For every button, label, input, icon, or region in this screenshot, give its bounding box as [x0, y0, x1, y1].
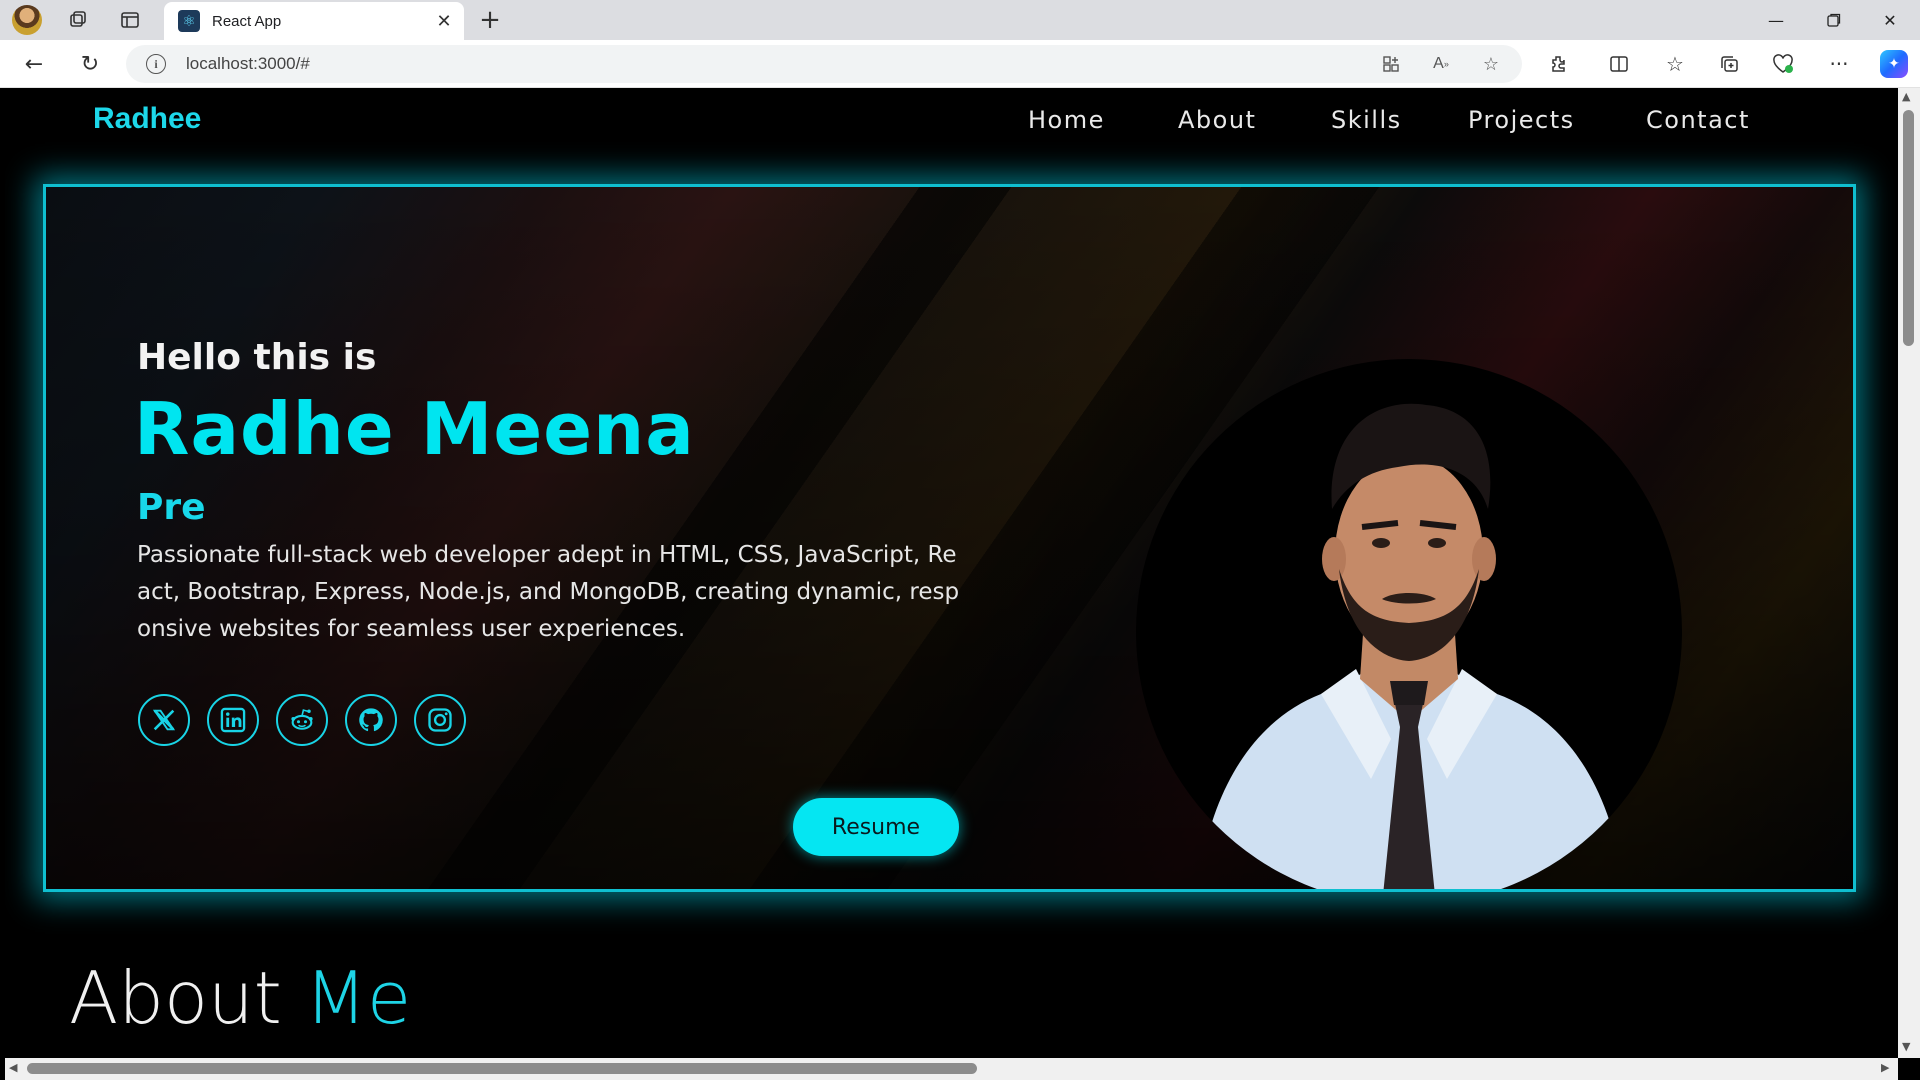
browser-tab-active[interactable]: ⚛ React App ✕ — [164, 2, 464, 40]
restore-icon[interactable] — [1806, 0, 1862, 40]
reddit-icon[interactable] — [276, 694, 328, 746]
browser-essentials-icon[interactable] — [1768, 50, 1798, 78]
horizontal-scrollbar[interactable]: ◀ ▶ — [5, 1058, 1898, 1080]
favorite-star-icon[interactable]: ☆ — [1478, 52, 1504, 76]
nav-link-skills[interactable]: Skills — [1331, 106, 1402, 134]
nav-link-about[interactable]: About — [1178, 106, 1256, 134]
hero-bio: Passionate full-stack web developer adep… — [137, 542, 960, 642]
copilot-icon[interactable]: ✦ — [1880, 50, 1908, 78]
x-twitter-icon[interactable] — [138, 694, 190, 746]
refresh-icon[interactable]: ↻ — [76, 50, 104, 78]
hero-section: Hello this is Radhe Meena Pre Passionate… — [43, 184, 1856, 892]
minimize-icon[interactable]: — — [1748, 0, 1804, 40]
close-tab-icon[interactable]: ✕ — [430, 7, 458, 35]
vertical-tabs-icon[interactable] — [116, 6, 144, 34]
about-section-title: About Me — [69, 956, 411, 1040]
about-title-accent: Me — [304, 956, 412, 1040]
horizontal-scroll-thumb[interactable] — [27, 1063, 977, 1074]
nav-link-projects[interactable]: Projects — [1468, 106, 1575, 134]
browser-toolbar: ← ↻ i localhost:3000/# A» ☆ ☆ ··· ✦ — [0, 40, 1920, 88]
vertical-scroll-thumb[interactable] — [1903, 110, 1914, 346]
page-viewport: Radhee Home About Skills Projects Contac… — [5, 88, 1895, 1058]
resume-button[interactable]: Resume — [793, 798, 959, 856]
vertical-scrollbar[interactable]: ▲ ▼ — [1898, 88, 1920, 1058]
site-navbar: Radhee Home About Skills Projects Contac… — [5, 88, 1895, 178]
react-icon: ⚛ — [178, 10, 200, 32]
profile-avatar[interactable] — [12, 5, 42, 35]
nav-link-contact[interactable]: Contact — [1646, 106, 1750, 134]
close-window-icon[interactable]: ✕ — [1862, 0, 1918, 40]
profile-photo — [1136, 359, 1682, 889]
workspaces-icon[interactable] — [64, 6, 92, 34]
read-aloud-icon[interactable]: A» — [1428, 52, 1454, 76]
hero-greeting: Hello this is — [137, 337, 377, 378]
address-bar[interactable]: i localhost:3000/# A» ☆ — [126, 45, 1522, 83]
hero-typed-role: Pre — [137, 487, 206, 528]
github-icon[interactable] — [345, 694, 397, 746]
url-text[interactable]: localhost:3000/# — [186, 54, 310, 74]
nav-link-home[interactable]: Home — [1028, 106, 1105, 134]
extensions-icon[interactable] — [1544, 50, 1574, 78]
collections-icon[interactable] — [1714, 50, 1744, 78]
tab-title: React App — [212, 12, 282, 30]
favorites-icon[interactable]: ☆ — [1660, 50, 1690, 78]
about-title-word: About — [69, 956, 282, 1040]
scroll-right-icon[interactable]: ▶ — [1881, 1061, 1889, 1074]
site-brand[interactable]: Radhee — [93, 102, 201, 136]
linkedin-icon[interactable] — [207, 694, 259, 746]
new-tab-icon[interactable]: + — [476, 5, 504, 35]
scroll-left-icon[interactable]: ◀ — [9, 1061, 17, 1074]
instagram-icon[interactable] — [414, 694, 466, 746]
split-screen-icon[interactable] — [1604, 50, 1634, 78]
browser-tab-bar: ⚛ React App ✕ + — ✕ — [0, 0, 1920, 40]
scroll-up-icon[interactable]: ▲ — [1902, 90, 1910, 103]
app-available-icon[interactable] — [1378, 52, 1404, 76]
hero-name: Radhe Meena — [134, 387, 695, 471]
site-info-icon[interactable]: i — [146, 54, 166, 74]
scroll-down-icon[interactable]: ▼ — [1902, 1040, 1910, 1053]
back-icon[interactable]: ← — [20, 50, 48, 78]
more-icon[interactable]: ··· — [1824, 50, 1854, 78]
